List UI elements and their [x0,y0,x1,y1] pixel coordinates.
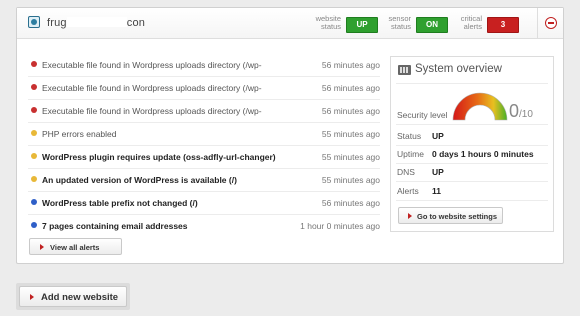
sensor-status-label: sensor status [388,14,411,31]
alert-row[interactable]: Executable file found in Wordpress uploa… [28,54,380,77]
uptime-value: 0 days 1 hours 0 minutes [432,149,534,159]
divider [396,145,548,146]
severity-warning-icon [31,153,37,159]
status-value: UP [432,131,444,141]
severity-critical-icon [31,107,37,113]
go-to-settings-label: Go to website settings [417,212,498,221]
view-all-alerts-label: View all alerts [50,243,100,252]
security-score: 0/10 [509,101,533,122]
alert-text: Executable file found in Wordpress uploa… [42,106,262,116]
alerts-count-label: Alerts [397,186,419,196]
divider [396,200,548,201]
server-icon [398,65,411,75]
alert-time: 56 minutes ago [321,83,380,93]
system-overview-title: System overview [415,63,502,75]
critical-alerts-label: critical alerts [460,14,482,31]
website-name[interactable]: frug con [47,17,145,29]
alerts-count-value: 11 [432,186,441,196]
website-icon [28,16,40,28]
add-new-website-button[interactable]: Add new website [19,286,127,307]
alert-row[interactable]: PHP errors enabled 55 minutes ago [28,123,380,146]
website-status-label: website status [315,14,341,31]
severity-warning-icon [31,130,37,136]
add-new-website-label: Add new website [41,292,119,303]
alert-text: 7 pages containing email addresses [42,221,188,231]
security-level-label: Security level [397,110,448,120]
divider [396,83,548,84]
website-panel: frug con website status UP sensor status … [16,7,564,264]
severity-warning-icon [31,176,37,182]
collapse-button[interactable] [545,17,557,29]
dns-label: DNS [397,167,415,177]
divider [396,181,548,182]
redacted-area [66,17,127,27]
divider [396,124,548,125]
website-header: frug con website status UP sensor status … [17,8,563,39]
alert-text: WordPress table prefix not changed (/) [42,198,198,208]
alert-row[interactable]: Executable file found in Wordpress uploa… [28,77,380,100]
alert-time: 55 minutes ago [321,175,380,185]
security-score-value: 0 [509,101,520,121]
website-name-suffix: con [126,17,146,29]
alert-time: 55 minutes ago [321,152,380,162]
critical-alerts-badge: 3 [487,17,519,33]
view-all-alerts-button[interactable]: View all alerts [29,238,122,255]
triangle-right-icon [408,213,412,219]
security-gauge [452,92,508,121]
severity-critical-icon [31,61,37,67]
severity-info-icon [31,222,37,228]
alert-text: PHP errors enabled [42,129,117,139]
alert-time: 55 minutes ago [321,129,380,139]
alert-text: WordPress plugin requires update (oss-ad… [42,152,276,162]
dns-value: UP [432,167,444,177]
alert-row[interactable]: WordPress plugin requires update (oss-ad… [28,146,380,169]
alert-text: Executable file found in Wordpress uploa… [42,83,262,93]
system-overview-box: System overview Security level 0/10 Stat… [390,56,554,232]
uptime-label: Uptime [397,149,424,159]
alert-row[interactable]: WordPress table prefix not changed (/) 5… [28,192,380,215]
security-score-max: /10 [519,109,533,120]
divider [396,163,548,164]
sensor-status-badge: ON [416,17,448,33]
alert-text: Executable file found in Wordpress uploa… [42,60,262,70]
alert-row[interactable]: An updated version of WordPress is avail… [28,169,380,192]
alert-row[interactable]: 7 pages containing email addresses 1 hou… [28,215,380,237]
alert-time: 56 minutes ago [321,60,380,70]
header-divider [537,8,538,38]
alert-row[interactable]: Executable file found in Wordpress uploa… [28,100,380,123]
alert-time: 56 minutes ago [321,198,380,208]
triangle-right-icon [30,294,34,300]
alert-time: 1 hour 0 minutes ago [300,221,380,231]
status-label: Status [397,131,422,141]
severity-info-icon [31,199,37,205]
severity-critical-icon [31,84,37,90]
website-name-prefix: frug [47,17,67,29]
go-to-settings-button[interactable]: Go to website settings [398,207,503,224]
alert-list: Executable file found in Wordpress uploa… [28,54,380,237]
website-status-badge: UP [346,17,378,33]
triangle-right-icon [40,244,44,250]
alert-text: An updated version of WordPress is avail… [42,175,237,185]
alert-time: 56 minutes ago [321,106,380,116]
